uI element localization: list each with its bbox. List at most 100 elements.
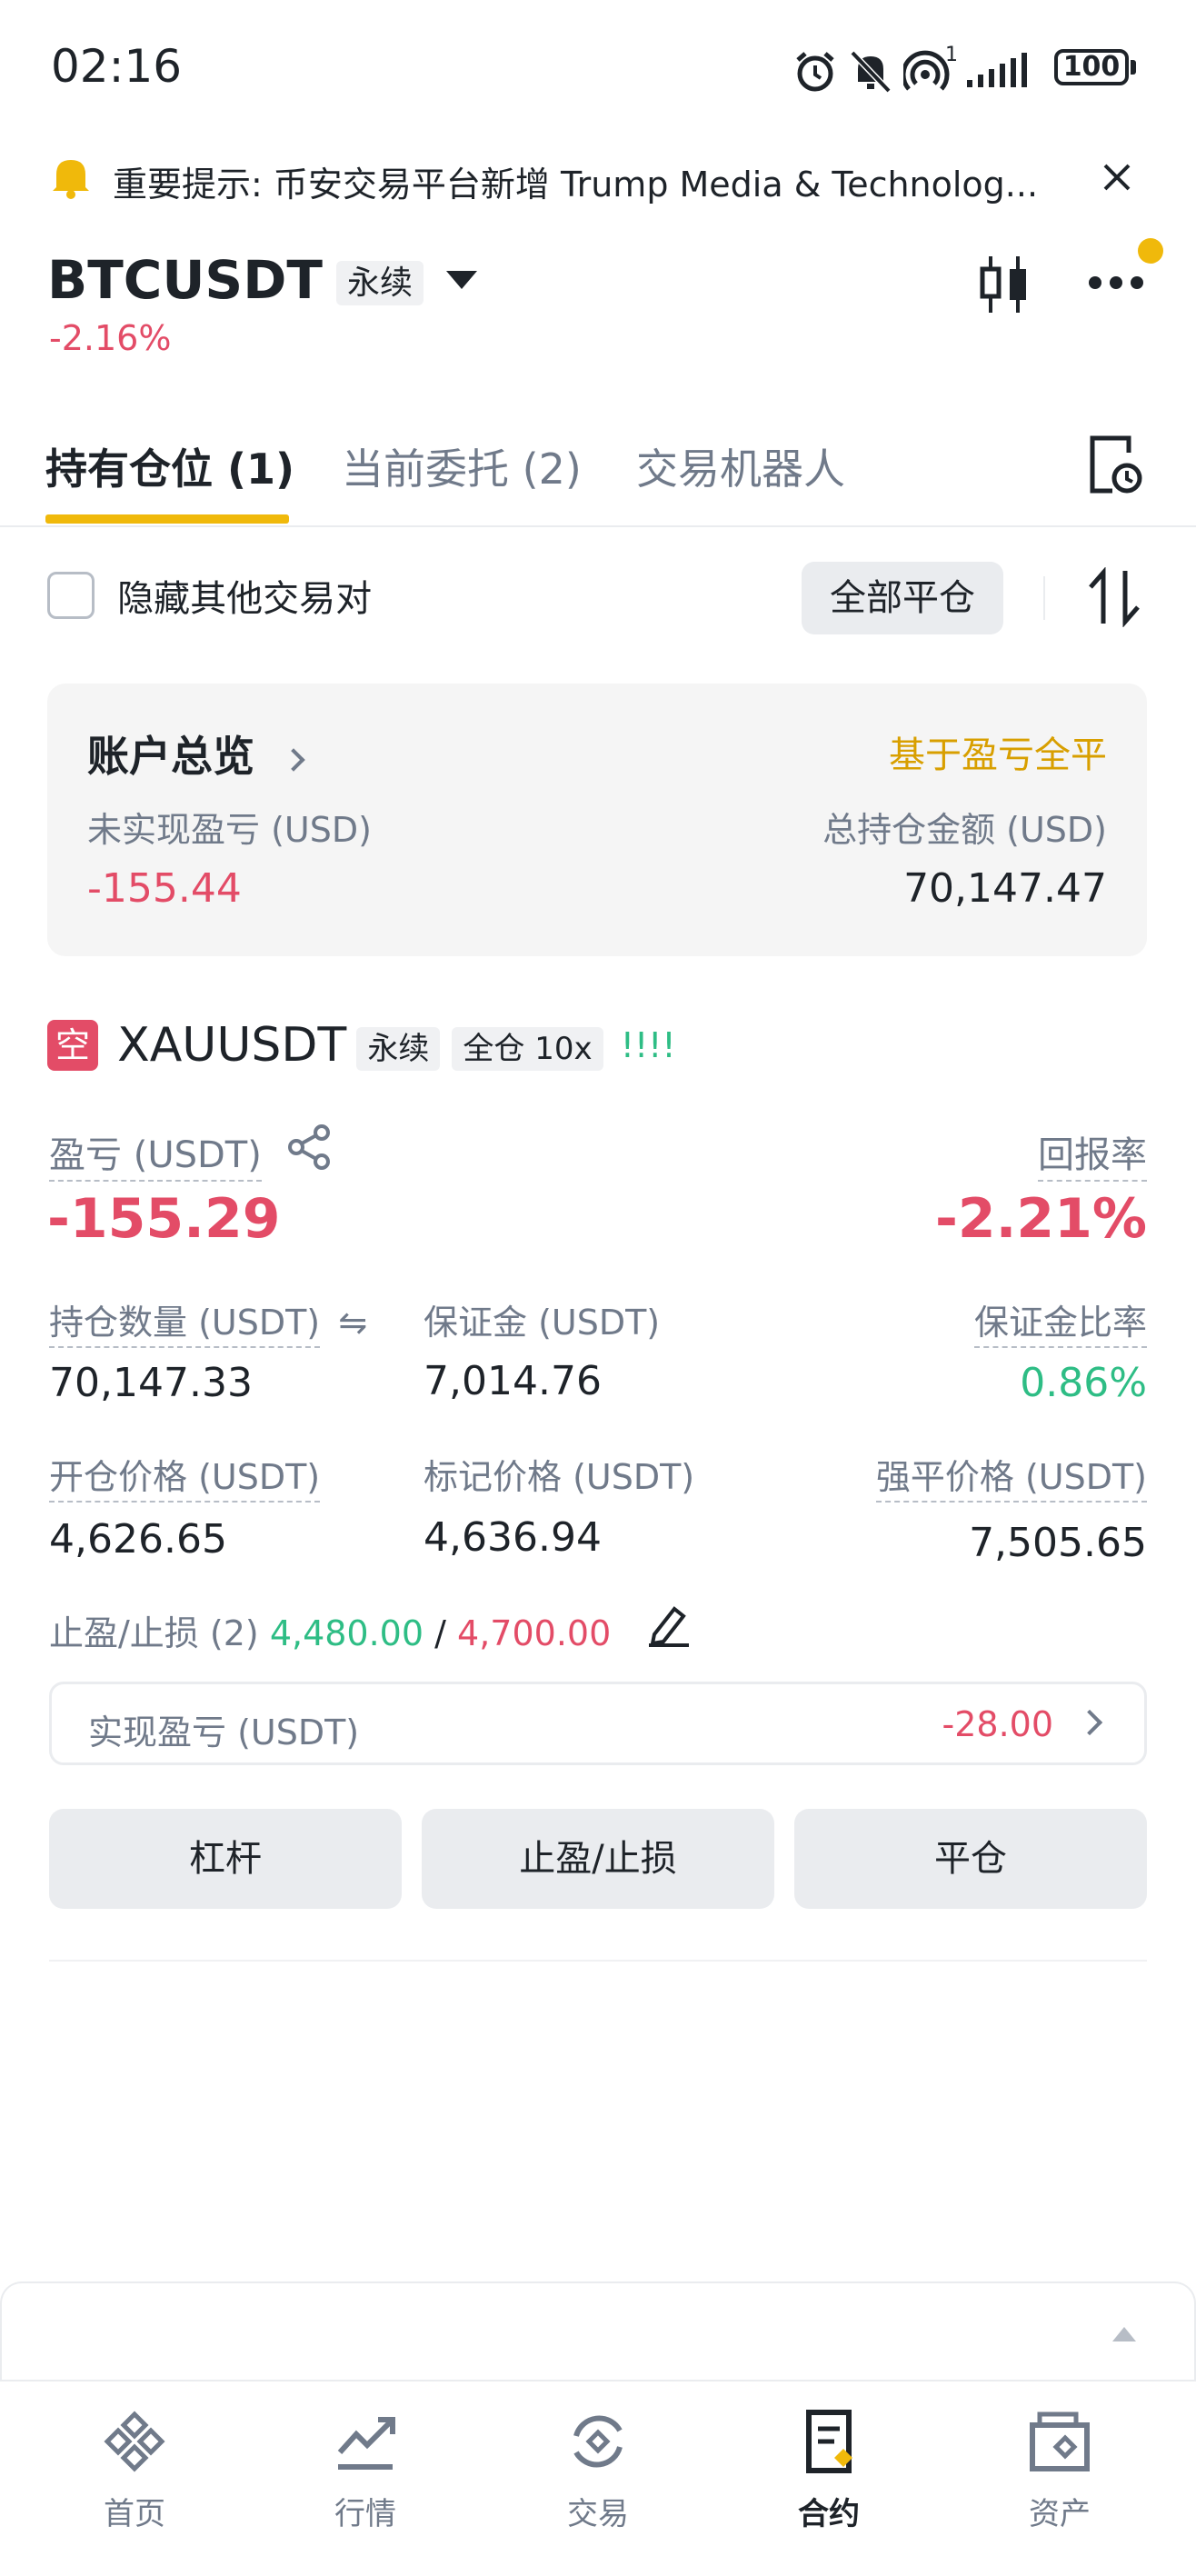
- chevron-right-icon: [282, 747, 305, 772]
- margin-ratio-label-text: 保证金比率: [973, 1303, 1147, 1348]
- close-all-label: 全部平仓: [830, 577, 975, 619]
- tab-positions-label: 持有仓位 (1): [45, 444, 295, 494]
- chevron-down-icon: [446, 271, 478, 289]
- hide-other-pairs[interactable]: 隐藏其他交易对: [47, 569, 372, 627]
- contract-tag: 永续: [336, 261, 424, 305]
- tab-trading-bots[interactable]: 交易机器人: [636, 436, 845, 496]
- nav-futures-label: 合约: [798, 2496, 860, 2532]
- liq-price-value: 7,505.65: [969, 1520, 1147, 1566]
- close-by-pnl-link[interactable]: 基于盈亏全平: [889, 725, 1107, 778]
- market-chart-icon: [302, 2409, 429, 2481]
- expand-icon[interactable]: [1112, 2327, 1136, 2341]
- nav-futures[interactable]: 合约: [765, 2409, 892, 2545]
- divider: [1043, 576, 1045, 620]
- tpsl-button[interactable]: 止盈/止损: [422, 1809, 774, 1909]
- mute-icon: [849, 49, 892, 95]
- bottom-sheet-collapsed[interactable]: [0, 2281, 1196, 2381]
- position-size-value: 70,147.33: [49, 1360, 253, 1406]
- status-bar: 02:16 1 100: [0, 0, 1196, 136]
- futures-icon: [765, 2409, 892, 2481]
- notice-bar[interactable]: 重要提示: 币安交易平台新增 Trump Media & Technolog..…: [0, 145, 1196, 213]
- symbol-selector[interactable]: BTCUSDT 永续: [47, 249, 478, 322]
- margin-ratio-label[interactable]: 保证金比率: [973, 1294, 1147, 1348]
- pnl-label-text: 盈亏 (USDT): [49, 1134, 262, 1182]
- close-icon[interactable]: [1101, 162, 1132, 193]
- realized-pnl-label: 实现盈亏 (USDT): [88, 1712, 360, 1752]
- nav-markets-label: 行情: [334, 2496, 396, 2532]
- mark-price-value: 4,636.94: [424, 1514, 602, 1561]
- liq-price-label[interactable]: 强平价格 (USDT): [875, 1449, 1147, 1503]
- position-symbol[interactable]: XAUUSDT: [117, 1018, 346, 1073]
- battery-level: 100: [1062, 51, 1121, 83]
- sort-icon[interactable]: [1087, 567, 1141, 627]
- realized-pnl-row[interactable]: 实现盈亏 (USDT) -28.00: [49, 1682, 1147, 1765]
- edit-icon[interactable]: [647, 1602, 691, 1647]
- nav-assets-label: 资产: [1029, 2496, 1091, 2532]
- swap-icon[interactable]: ⇋: [338, 1303, 367, 1343]
- binance-logo-icon: [71, 2409, 198, 2481]
- bottom-nav: 首页 行情 交易 合约 资产: [0, 2380, 1196, 2576]
- bell-icon: [49, 155, 93, 200]
- more-icon[interactable]: [1087, 275, 1145, 291]
- hide-other-checkbox[interactable]: [47, 572, 95, 619]
- notification-dot: [1138, 238, 1163, 264]
- nav-trade-label: 交易: [567, 2496, 629, 2532]
- nav-home-label: 首页: [104, 2496, 165, 2532]
- total-position-label: 总持仓金额 (USD): [822, 810, 1107, 850]
- account-overview-card: 账户总览 基于盈亏全平 未实现盈亏 (USD) 总持仓金额 (USD) -155…: [47, 684, 1147, 956]
- account-overview-link[interactable]: 账户总览: [87, 724, 305, 784]
- entry-price-value: 4,626.65: [49, 1516, 227, 1563]
- share-icon[interactable]: [287, 1123, 331, 1171]
- margin-ratio-value: 0.86%: [1020, 1360, 1147, 1406]
- tab-open-orders[interactable]: 当前委托 (2): [342, 436, 582, 496]
- leverage-label: 杠杆: [189, 1838, 262, 1880]
- position-size-label[interactable]: 持仓数量 (USDT) ⇋: [49, 1294, 367, 1348]
- entry-price-label[interactable]: 开仓价格 (USDT): [49, 1449, 321, 1503]
- margin-label: 保证金 (USDT): [424, 1303, 661, 1343]
- roi-value: -2.21%: [934, 1187, 1147, 1251]
- tpsl-label: 止盈/止损 (2): [49, 1613, 259, 1653]
- notice-text: 重要提示: 币安交易平台新增 Trump Media & Technolog..…: [113, 165, 1039, 205]
- liq-price-label-text: 强平价格 (USDT): [875, 1457, 1147, 1503]
- history-icon[interactable]: [1089, 434, 1143, 494]
- stop-loss-value: 4,700.00: [457, 1613, 612, 1653]
- section-divider: [49, 1960, 1147, 1962]
- account-overview-title: 账户总览: [87, 732, 254, 781]
- nav-markets[interactable]: 行情: [302, 2409, 429, 2545]
- pnl-value: -155.29: [47, 1187, 281, 1251]
- leverage-button[interactable]: 杠杆: [49, 1809, 402, 1909]
- battery-icon: 100: [1054, 49, 1129, 85]
- entry-price-label-text: 开仓价格 (USDT): [49, 1457, 321, 1503]
- close-position-label: 平仓: [934, 1838, 1007, 1880]
- unrealized-pnl-label: 未实现盈亏 (USD): [87, 810, 372, 850]
- close-position-button[interactable]: 平仓: [794, 1809, 1147, 1909]
- nav-trade[interactable]: 交易: [534, 2409, 662, 2545]
- price-change: -2.16%: [49, 318, 172, 358]
- chevron-right-icon: [1076, 1709, 1103, 1736]
- mark-price-label: 标记价格 (USDT): [424, 1457, 695, 1497]
- position-contract-tag: 永续: [356, 1026, 441, 1071]
- candlestick-chart-icon[interactable]: [978, 255, 1031, 315]
- tab-positions[interactable]: 持有仓位 (1): [45, 436, 294, 496]
- battery-tip: [1131, 60, 1136, 75]
- total-position-value: 70,147.47: [903, 865, 1107, 912]
- position-size-label-text: 持仓数量 (USDT): [49, 1303, 321, 1348]
- close-all-button[interactable]: 全部平仓: [802, 562, 1003, 634]
- margin-mode-tag[interactable]: 全仓 10x: [452, 1026, 603, 1071]
- tab-open-orders-label: 当前委托 (2): [342, 444, 582, 494]
- nav-home[interactable]: 首页: [71, 2409, 198, 2545]
- signal-icon: [967, 53, 1040, 89]
- pnl-label[interactable]: 盈亏 (USDT): [49, 1125, 262, 1182]
- tab-bar: 持有仓位 (1) 当前委托 (2) 交易机器人: [0, 427, 1196, 527]
- nav-assets[interactable]: 资产: [996, 2409, 1123, 2545]
- status-time: 02:16: [51, 40, 183, 93]
- symbol-title: BTCUSDT: [47, 249, 323, 311]
- alarm-icon: [792, 49, 838, 95]
- short-badge: 空: [47, 1020, 98, 1071]
- wallet-icon: [996, 2409, 1123, 2481]
- tab-active-indicator: [45, 514, 289, 524]
- roi-label-text: 回报率: [1038, 1134, 1147, 1182]
- tab-trading-bots-label: 交易机器人: [636, 444, 845, 494]
- hide-other-label: 隐藏其他交易对: [117, 578, 373, 620]
- roi-label[interactable]: 回报率: [1038, 1125, 1147, 1182]
